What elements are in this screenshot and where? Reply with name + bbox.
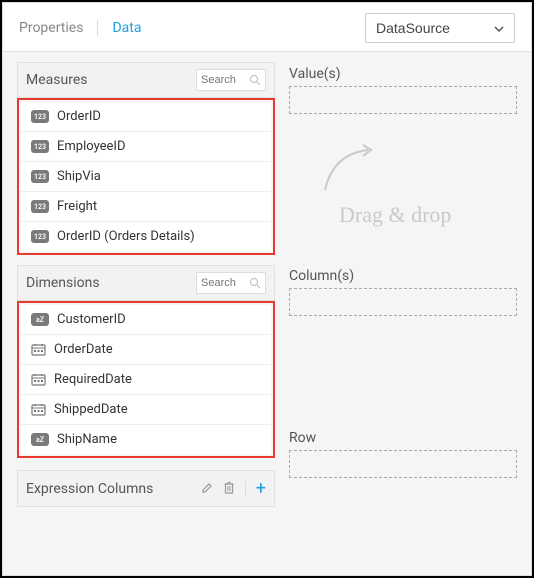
item-label: ShippedDate [54, 402, 128, 417]
top-bar: Properties Data DataSource [3, 3, 531, 52]
number-icon: 123 [31, 230, 49, 243]
columns-dropzone[interactable] [289, 288, 517, 316]
number-icon: 123 [31, 170, 49, 183]
datasource-select-wrap: DataSource [365, 13, 515, 43]
values-section: Value(s) Drag & drop [289, 62, 517, 254]
list-item[interactable]: OrderDate [21, 335, 271, 365]
search-icon [249, 274, 261, 293]
item-label: ShipName [57, 432, 117, 447]
measures-header: Measures [17, 62, 275, 98]
edit-icon[interactable] [201, 479, 213, 498]
tab-separator [97, 20, 98, 36]
measures-search[interactable] [196, 69, 266, 91]
list-item[interactable]: 123 OrderID [21, 102, 271, 132]
calendar-icon [31, 403, 46, 416]
dimensions-header: Dimensions [17, 265, 275, 301]
measures-list: 123 OrderID 123 EmployeeID 123 ShipVia [21, 102, 271, 251]
row-title: Row [289, 426, 517, 450]
row-dropzone[interactable] [289, 450, 517, 478]
arrow-icon [313, 142, 383, 202]
dimensions-title: Dimensions [26, 275, 100, 291]
dimensions-search-input[interactable] [201, 277, 249, 289]
values-title: Value(s) [289, 62, 517, 86]
expression-columns-header: Expression Columns + [17, 470, 275, 507]
dimensions-search[interactable] [196, 272, 266, 294]
search-icon [249, 71, 261, 90]
left-column: Measures 123 OrderID [17, 62, 275, 561]
drag-drop-hint: Drag & drop [339, 202, 451, 228]
calendar-icon [31, 343, 46, 356]
list-item[interactable]: 123 ShipVia [21, 162, 271, 192]
columns-title: Column(s) [289, 264, 517, 288]
item-label: ShipVia [57, 169, 101, 184]
tab-data[interactable]: Data [112, 20, 141, 36]
item-label: OrderDate [54, 342, 113, 357]
list-item[interactable]: aZ ShipName [21, 425, 271, 454]
delete-icon[interactable] [223, 479, 235, 498]
tab-properties[interactable]: Properties [19, 20, 83, 36]
list-item[interactable]: aZ CustomerID [21, 305, 271, 335]
measures-section: Measures 123 OrderID [17, 62, 275, 255]
number-icon: 123 [31, 140, 49, 153]
text-icon: aZ [31, 313, 49, 326]
item-label: CustomerID [57, 312, 126, 327]
item-label: EmployeeID [57, 139, 126, 154]
list-item[interactable]: 123 OrderID (Orders Details) [21, 222, 271, 251]
dimensions-highlight-box: aZ CustomerID OrderDate [17, 301, 275, 458]
item-label: RequiredDate [54, 372, 132, 387]
dimensions-list: aZ CustomerID OrderDate [21, 305, 271, 454]
measures-search-input[interactable] [201, 74, 249, 86]
datasource-select[interactable]: DataSource [365, 13, 515, 43]
expression-toolbar: + [201, 479, 266, 498]
expression-columns-title: Expression Columns [26, 481, 153, 497]
columns-section: Column(s) [289, 264, 517, 316]
measures-title: Measures [26, 72, 87, 88]
app-root: Properties Data DataSource Measures [2, 2, 532, 576]
calendar-icon [31, 373, 46, 386]
list-item[interactable]: 123 Freight [21, 192, 271, 222]
values-drop-hint: Drag & drop [289, 114, 517, 254]
measures-highlight-box: 123 OrderID 123 EmployeeID 123 ShipVia [17, 98, 275, 255]
dimensions-section: Dimensions aZ CustomerID [17, 265, 275, 458]
item-label: OrderID (Orders Details) [57, 229, 195, 244]
content-area: Measures 123 OrderID [3, 52, 531, 575]
values-dropzone[interactable] [289, 86, 517, 114]
number-icon: 123 [31, 200, 49, 213]
number-icon: 123 [31, 110, 49, 123]
spacer [289, 326, 517, 416]
item-label: OrderID [57, 109, 101, 124]
list-item[interactable]: RequiredDate [21, 365, 271, 395]
item-label: Freight [57, 199, 97, 214]
text-icon: aZ [31, 433, 49, 446]
tab-strip: Properties Data [19, 20, 141, 36]
list-item[interactable]: ShippedDate [21, 395, 271, 425]
right-column: Value(s) Drag & drop Column(s) [289, 62, 517, 561]
row-section: Row [289, 426, 517, 478]
separator [245, 481, 246, 497]
add-icon[interactable]: + [256, 483, 266, 495]
list-item[interactable]: 123 EmployeeID [21, 132, 271, 162]
